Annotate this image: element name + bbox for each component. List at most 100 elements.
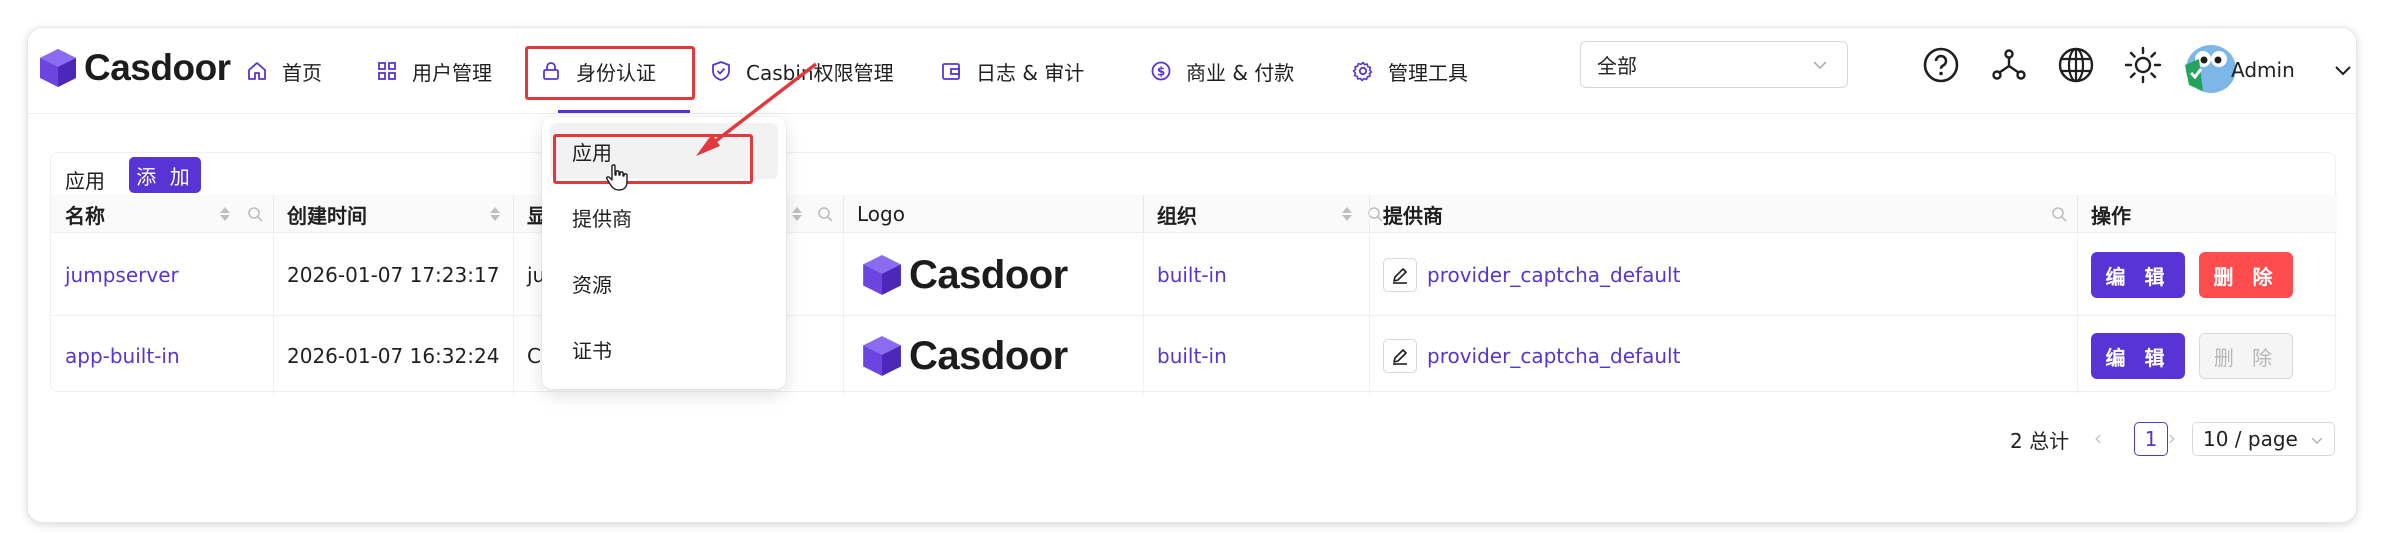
pencil-icon [1393, 349, 1407, 365]
app-name-link[interactable]: app-built-in [65, 317, 180, 395]
nav-user-management-label: 用户管理 [412, 60, 492, 85]
nav-home[interactable]: 首页 [246, 50, 322, 92]
nav-user-management[interactable]: 用户管理 [376, 50, 492, 92]
provider-cell: provider_captcha_default [1383, 317, 1680, 395]
menu-highlight-annotation [553, 134, 753, 184]
nav-highlight-annotation [525, 46, 695, 100]
page-1-button[interactable]: 1 [2134, 422, 2168, 456]
search-icon[interactable] [817, 206, 833, 222]
edit-provider-button[interactable] [1383, 258, 1417, 292]
nav-business-payment[interactable]: $ 商业 & 付款 [1150, 50, 1294, 92]
theme-sun-icon [2124, 46, 2162, 84]
created-time: 2026-01-07 17:23:17 [287, 263, 500, 287]
column-divider [273, 195, 274, 233]
page-size-select[interactable]: 10 / page [2192, 422, 2335, 456]
column-divider [513, 195, 514, 233]
column-divider [843, 195, 844, 233]
user-name: Admin [2231, 58, 2295, 82]
app-logo-text: Casdoor [909, 333, 1068, 378]
column-header-logo: Logo [857, 202, 905, 226]
menu-item-certificates[interactable]: 证书 [550, 321, 778, 377]
nav-casbin-label: Casbin权限管理 [746, 60, 894, 85]
column-divider [1143, 195, 1144, 233]
edit-button[interactable]: 编 辑 [2091, 333, 2185, 379]
nav-business-label: 商业 & 付款 [1186, 60, 1295, 85]
nav-admin-tools-label: 管理工具 [1388, 60, 1468, 85]
provider-link[interactable]: provider_captcha_default [1427, 344, 1680, 368]
column-divider [2077, 234, 2078, 394]
column-divider [513, 234, 514, 394]
organization-link[interactable]: built-in [1157, 317, 1227, 395]
column-header-actions: 操作 [2091, 203, 2131, 228]
pagination-total: 2 总计 [2010, 429, 2070, 453]
logo-text: Casdoor [84, 47, 231, 88]
grid-icon [378, 62, 396, 80]
provider-cell: provider_captcha_default [1383, 234, 1680, 316]
top-nav-bar: Casdoor 首页 用户管理 身份认证 Casbin权限管理 日志 & 审计 … [28, 28, 2356, 114]
sort-icon[interactable] [219, 205, 231, 223]
organization-link[interactable]: built-in [1157, 234, 1227, 316]
casdoor-cube-icon [863, 336, 901, 376]
column-divider [1369, 195, 1370, 233]
shield-check-icon [712, 61, 730, 81]
provider-link[interactable]: provider_captcha_default [1427, 263, 1680, 287]
nav-home-label: 首页 [282, 60, 322, 85]
home-icon [248, 62, 266, 80]
created-time: 2026-01-07 16:32:24 [287, 344, 500, 368]
display-name: C [527, 344, 541, 368]
language-button[interactable] [2053, 42, 2099, 88]
table-header: 名称 创建时间 显 Logo 组织 提供商 操作 [51, 195, 2337, 233]
sort-icon[interactable] [791, 205, 803, 223]
app-name-link[interactable]: jumpserver [65, 234, 179, 316]
search-icon[interactable] [2051, 206, 2067, 222]
casdoor-cube-icon [40, 49, 76, 87]
user-menu[interactable]: Admin [2231, 50, 2353, 90]
organization-select[interactable]: 全部 [1580, 41, 1848, 88]
theme-toggle[interactable] [2120, 42, 2166, 88]
globe-icon [2058, 47, 2094, 83]
column-divider [1369, 234, 1370, 394]
casdoor-logo[interactable]: Casdoor [38, 38, 231, 98]
menu-item-resources[interactable]: 资源 [550, 255, 778, 311]
page-size-value: 10 / page [2203, 427, 2298, 451]
casdoor-cube-icon [863, 255, 901, 295]
table-row: app-built-in 2026-01-07 16:32:24 C Casdo… [51, 317, 2337, 395]
column-header-name[interactable]: 名称 [65, 195, 105, 233]
sort-icon[interactable] [489, 205, 501, 223]
menu-item-providers[interactable]: 提供商 [550, 189, 778, 245]
network-button[interactable] [1986, 42, 2032, 88]
app-logo: Casdoor [861, 317, 1068, 395]
search-icon[interactable] [247, 206, 263, 222]
delete-button-disabled: 删 除 [2199, 333, 2293, 379]
nav-casbin-permissions[interactable]: Casbin权限管理 [710, 50, 894, 92]
help-button[interactable] [1918, 42, 1964, 88]
nav-active-indicator [558, 110, 690, 113]
app-logo-text: Casdoor [909, 252, 1068, 297]
edit-button[interactable]: 编 辑 [2091, 252, 2185, 298]
app-window: Casdoor 首页 用户管理 身份认证 Casbin权限管理 日志 & 审计 … [28, 28, 2356, 522]
add-application-button[interactable]: 添 加 [129, 157, 201, 193]
column-header-organization[interactable]: 组织 [1157, 195, 1197, 233]
chevron-down-icon [2311, 437, 2323, 444]
pencil-icon [1393, 268, 1407, 284]
next-page-button[interactable]: › [2168, 426, 2176, 450]
app-logo: Casdoor [861, 234, 1068, 316]
column-header-provider[interactable]: 提供商 [1383, 195, 1443, 233]
wallet-icon [942, 63, 960, 80]
help-icon [1923, 47, 1959, 83]
column-divider [1143, 234, 1144, 394]
column-header-created[interactable]: 创建时间 [287, 195, 367, 233]
nav-logs-label: 日志 & 审计 [976, 60, 1085, 85]
column-divider [2077, 195, 2078, 233]
applications-card: 应用 添 加 名称 创建时间 显 Logo 组织 提供商 操作 jumpserv… [50, 152, 2337, 395]
nav-admin-tools[interactable]: 管理工具 [1352, 50, 1468, 92]
edit-provider-button[interactable] [1383, 339, 1417, 373]
delete-button[interactable]: 删 除 [2199, 252, 2293, 298]
network-icon [1992, 49, 2026, 80]
sort-icon[interactable] [1341, 205, 1353, 223]
prev-page-button[interactable]: ‹ [2094, 426, 2102, 450]
column-divider [273, 234, 274, 394]
table-row: jumpserver 2026-01-07 17:23:17 ju Casdoo… [51, 234, 2337, 316]
nav-logs-audit[interactable]: 日志 & 审计 [940, 50, 1084, 92]
chevron-down-icon [1813, 61, 1827, 70]
